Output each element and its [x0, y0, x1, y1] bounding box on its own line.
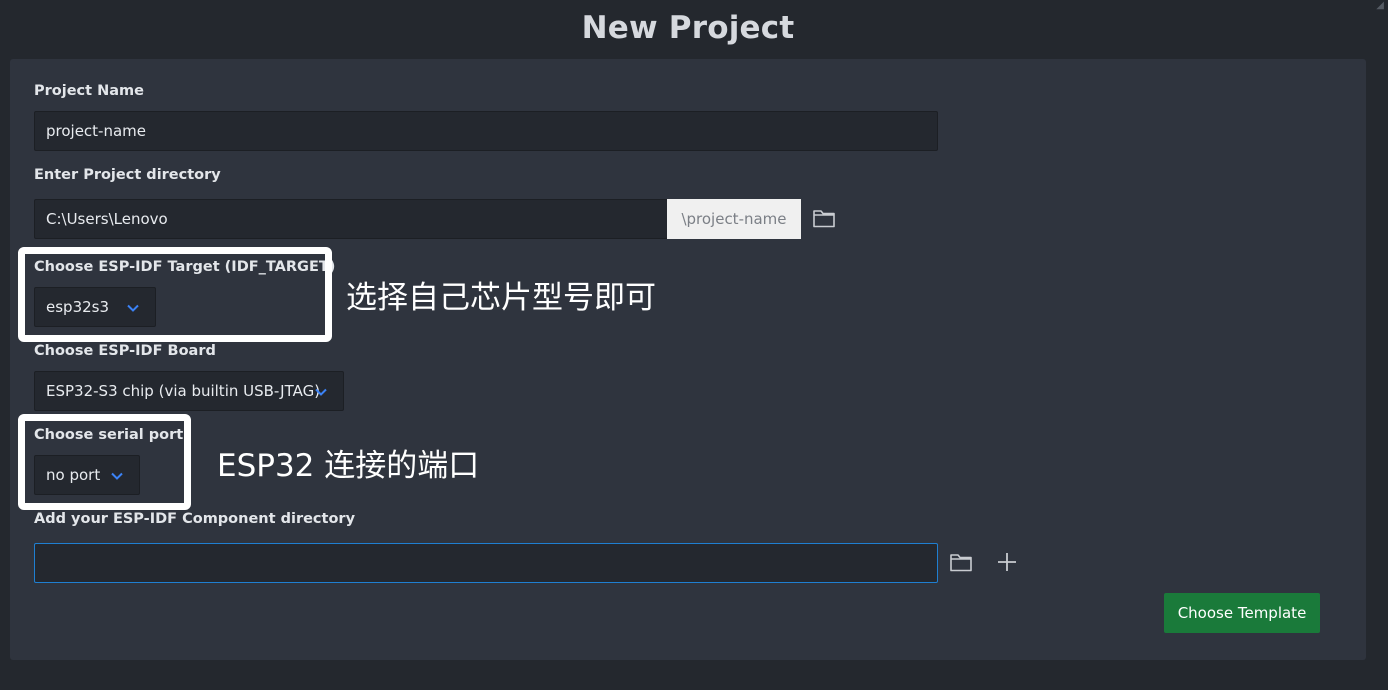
board-label: Choose ESP-IDF Board: [34, 343, 216, 359]
project-name-label: Project Name: [34, 83, 144, 99]
project-name-input[interactable]: project-name: [34, 111, 938, 151]
component-directory-label: Add your ESP-IDF Component directory: [34, 511, 356, 527]
window-corner-mark: ◢: [1376, 0, 1384, 11]
component-directory-input[interactable]: [34, 543, 938, 583]
target-annotation: 选择自己芯片型号即可: [346, 280, 656, 316]
project-directory-input[interactable]: C:\Users\Lenovo: [34, 199, 668, 239]
board-select-value: ESP32-S3 chip (via builtin USB-JTAG): [46, 382, 321, 400]
plus-icon[interactable]: [995, 550, 1021, 576]
project-directory-label: Enter Project directory: [34, 167, 221, 183]
folder-icon[interactable]: [949, 551, 975, 577]
chevron-down-icon: [315, 388, 327, 396]
folder-icon[interactable]: [812, 207, 838, 233]
choose-template-button[interactable]: Choose Template: [1164, 593, 1320, 633]
page-title: New Project: [581, 10, 795, 46]
serial-port-annotation: ESP32 连接的端口: [217, 448, 480, 484]
serial-port-highlight-box: [18, 414, 191, 510]
target-highlight-box: [18, 247, 332, 342]
project-directory-suffix: \project-name: [667, 199, 801, 239]
board-select[interactable]: ESP32-S3 chip (via builtin USB-JTAG): [34, 371, 344, 411]
